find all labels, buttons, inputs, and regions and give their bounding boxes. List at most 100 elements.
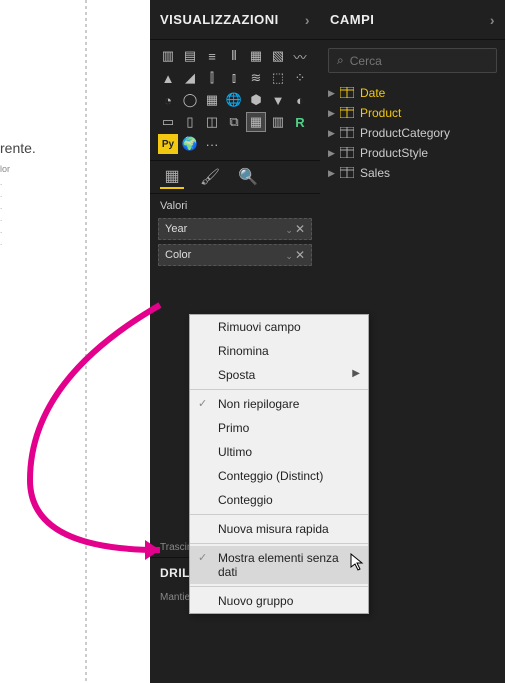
chevron-right-icon: › xyxy=(490,12,495,28)
viz-more-icon[interactable]: ··· xyxy=(202,134,222,154)
viz-waterfall-icon[interactable]: ⬚ xyxy=(268,68,288,88)
table-item-productcategory[interactable]: ▶ ProductCategory xyxy=(326,123,499,143)
table-icon xyxy=(340,87,356,99)
fields-search-input[interactable] xyxy=(350,54,488,68)
viz-area-icon[interactable]: ▲ xyxy=(158,68,178,88)
ctx-move[interactable]: Sposta▶ xyxy=(190,363,368,387)
ctx-count-distinct[interactable]: Conteggio (Distinct) xyxy=(190,464,368,488)
canvas-cell: . xyxy=(0,214,2,223)
canvas-cell: . xyxy=(0,202,2,211)
viz-scatter-icon[interactable]: ⁘ xyxy=(290,68,310,88)
viz-python-icon[interactable]: Py xyxy=(158,134,178,154)
ctx-separator xyxy=(190,389,368,390)
table-icon xyxy=(340,167,356,179)
expand-icon[interactable]: ▶ xyxy=(328,108,340,119)
viz-treemap-icon[interactable]: ▦ xyxy=(202,90,222,110)
viz-100-bar-icon[interactable]: ▦ xyxy=(246,46,266,66)
remove-field-icon[interactable]: ✕ xyxy=(295,222,305,236)
visualizations-title: VISUALIZZAZIONI xyxy=(160,12,279,27)
table-item-date[interactable]: ▶ Date xyxy=(326,83,499,103)
expand-icon[interactable]: ▶ xyxy=(328,148,340,159)
chevron-down-icon[interactable]: ⌄ xyxy=(285,251,293,261)
field-well-label: Year xyxy=(165,223,187,235)
canvas-cell: . xyxy=(0,178,2,187)
chevron-down-icon[interactable]: ⌄ xyxy=(285,225,293,235)
remove-field-icon[interactable]: ✕ xyxy=(295,248,305,262)
canvas-text-fragment: rente. xyxy=(0,140,36,156)
search-icon: ⌕ xyxy=(337,53,344,68)
analytics-tab-icon[interactable]: 🔍 xyxy=(236,165,260,189)
viz-filled-map-icon[interactable]: ⬢ xyxy=(246,90,266,110)
expand-icon[interactable]: ▶ xyxy=(328,88,340,99)
table-item-productstyle[interactable]: ▶ ProductStyle xyxy=(326,143,499,163)
viz-clustered-column-icon[interactable]: ⫴ xyxy=(224,46,244,66)
ctx-new-group[interactable]: Nuovo gruppo xyxy=(190,589,368,613)
table-icon xyxy=(340,127,356,139)
check-icon: ✓ xyxy=(198,397,207,410)
fields-title: CAMPI xyxy=(330,12,374,27)
viz-matrix-icon[interactable]: ▥ xyxy=(268,112,288,132)
viz-line-column-icon[interactable]: ⫿ xyxy=(202,68,222,88)
ctx-show-items-no-data[interactable]: ✓Mostra elementi senza dati xyxy=(190,546,368,584)
visualizations-header[interactable]: VISUALIZZAZIONI › xyxy=(150,0,320,40)
field-context-menu: Rimuovi campo Rinomina Sposta▶ ✓Non riep… xyxy=(189,314,369,614)
ctx-last[interactable]: Ultimo xyxy=(190,440,368,464)
viz-line-clustered-icon[interactable]: ⫾ xyxy=(224,68,244,88)
ctx-dont-summarize[interactable]: ✓Non riepilogare xyxy=(190,392,368,416)
table-item-sales[interactable]: ▶ Sales xyxy=(326,163,499,183)
format-tab-icon[interactable]: 🖌 xyxy=(198,165,222,189)
viz-table-icon[interactable]: ▦ xyxy=(246,112,266,132)
viz-funnel-icon[interactable]: ▼ xyxy=(268,90,288,110)
viz-stacked-area-icon[interactable]: ◢ xyxy=(180,68,200,88)
canvas-label-fragment: lor xyxy=(0,164,10,174)
chevron-right-icon: › xyxy=(305,12,310,28)
field-well-color[interactable]: Color ⌄✕ xyxy=(158,244,312,266)
report-canvas: rente. lor . . . . . . xyxy=(0,0,150,683)
viz-map-icon[interactable]: 🌐 xyxy=(224,90,244,110)
mouse-cursor-icon xyxy=(350,553,366,574)
viz-pie-icon[interactable]: ◔ xyxy=(158,90,178,110)
viz-arcgis-icon[interactable]: 🌍 xyxy=(180,134,200,154)
expand-icon[interactable]: ▶ xyxy=(328,168,340,179)
fields-table-list: ▶ Date ▶ Product ▶ ProductCategory ▶ Pro… xyxy=(320,81,505,185)
table-name: Date xyxy=(360,86,385,100)
table-name: ProductStyle xyxy=(360,146,428,160)
submenu-arrow-icon: ▶ xyxy=(352,368,360,379)
viz-card-icon[interactable]: ▭ xyxy=(158,112,178,132)
canvas-cell: . xyxy=(0,226,2,235)
fields-tab-icon[interactable]: ▦ xyxy=(160,165,184,189)
values-section-label: Valori xyxy=(150,194,320,216)
ctx-separator xyxy=(190,514,368,515)
viz-gauge-icon[interactable]: ◐ xyxy=(290,90,310,110)
viz-multicard-icon[interactable]: ▯ xyxy=(180,112,200,132)
ctx-new-quick-measure[interactable]: Nuova misura rapida xyxy=(190,517,368,541)
table-icon xyxy=(340,147,356,159)
viz-slicer-icon[interactable]: ⧉ xyxy=(224,112,244,132)
viz-ribbon-icon[interactable]: ≋ xyxy=(246,68,266,88)
viz-r-icon[interactable]: R xyxy=(290,112,310,132)
table-name: Sales xyxy=(360,166,390,180)
ctx-rename[interactable]: Rinomina xyxy=(190,339,368,363)
ctx-separator xyxy=(190,586,368,587)
table-icon xyxy=(340,107,356,119)
ctx-first[interactable]: Primo xyxy=(190,416,368,440)
viz-stacked-column-icon[interactable]: ▤ xyxy=(180,46,200,66)
fields-search-box[interactable]: ⌕ xyxy=(328,48,497,73)
ctx-count[interactable]: Conteggio xyxy=(190,488,368,512)
table-name: ProductCategory xyxy=(360,126,450,140)
viz-clustered-bar-icon[interactable]: ≡ xyxy=(202,46,222,66)
fields-header[interactable]: CAMPI › xyxy=(320,0,505,40)
viz-100-column-icon[interactable]: ▧ xyxy=(268,46,288,66)
field-well-year[interactable]: Year ⌄✕ xyxy=(158,218,312,240)
ctx-remove-field[interactable]: Rimuovi campo xyxy=(190,315,368,339)
expand-icon[interactable]: ▶ xyxy=(328,128,340,139)
viz-kpi-icon[interactable]: ◫ xyxy=(202,112,222,132)
viz-donut-icon[interactable]: ◯ xyxy=(180,90,200,110)
viz-stacked-bar-icon[interactable]: ▥ xyxy=(158,46,178,66)
canvas-cell: . xyxy=(0,190,2,199)
format-tabs: ▦ 🖌 🔍 xyxy=(150,160,320,194)
field-well-label: Color xyxy=(165,249,191,261)
table-item-product[interactable]: ▶ Product xyxy=(326,103,499,123)
viz-line-icon[interactable]: 〰 xyxy=(290,46,310,66)
table-name: Product xyxy=(360,106,401,120)
